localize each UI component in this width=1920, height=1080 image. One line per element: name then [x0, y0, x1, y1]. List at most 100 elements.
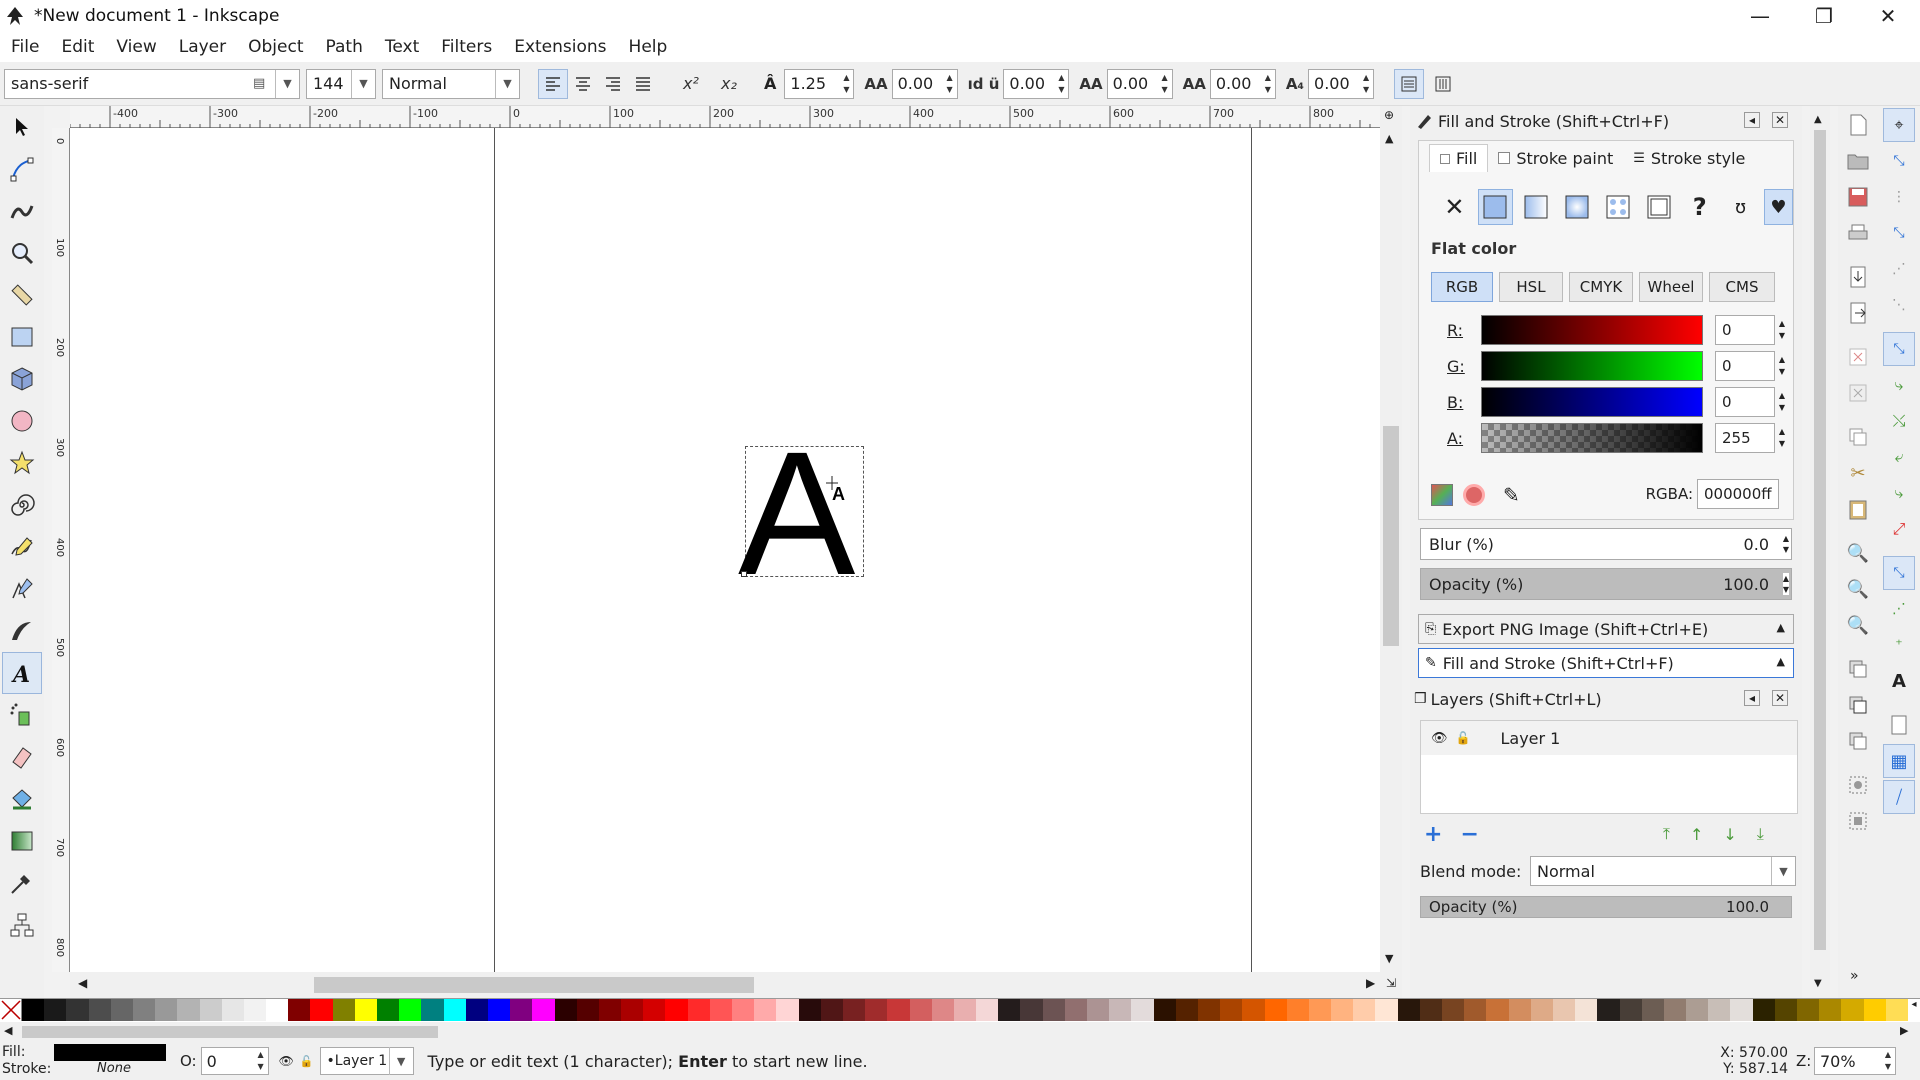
snap-bbox-corner-button[interactable]: ⤡ [1883, 216, 1915, 250]
palette-swatch[interactable] [709, 999, 732, 1021]
palette-swatch[interactable] [976, 999, 999, 1021]
group-button[interactable] [1842, 768, 1874, 802]
palette-swatch[interactable] [1863, 999, 1886, 1021]
superscript-button[interactable]: x² [676, 69, 706, 99]
palette-swatch[interactable] [931, 999, 954, 1021]
current-layer-combo[interactable]: •Layer 1 ▼ [319, 1047, 414, 1075]
kerning-spin[interactable]: 0.00 ▲ ▼ [1106, 68, 1173, 99]
align-center-button[interactable] [568, 69, 598, 99]
blend-mode-combo[interactable]: Normal ▼ [1530, 856, 1796, 886]
channel-g-value[interactable]: 0 [1715, 351, 1775, 381]
horizontal-text-button[interactable] [1394, 68, 1425, 99]
opacity-slider[interactable]: Opacity (%) 100.0 ▲ ▼ [1420, 568, 1792, 600]
lock-icon[interactable]: 🔓 [1456, 731, 1471, 745]
scroll-right-icon[interactable]: ▶ [1900, 1024, 1908, 1037]
panel-scroll-thumb[interactable] [1814, 130, 1826, 950]
palette-swatch[interactable] [1020, 999, 1043, 1021]
channel-b-slider[interactable] [1481, 387, 1703, 417]
ungroup-button[interactable] [1842, 804, 1874, 838]
flat-color-button[interactable] [1477, 189, 1513, 225]
scroll-up-icon[interactable]: ▲ [1385, 132, 1393, 145]
dock-close-icon[interactable]: ✕ [1772, 112, 1788, 128]
palette-swatch[interactable] [221, 999, 244, 1021]
text-object[interactable]: A [738, 426, 855, 602]
no-paint-button[interactable]: ✕ [1437, 189, 1472, 225]
out-of-gamut-icon[interactable] [1463, 484, 1485, 506]
chevron-down-icon[interactable]: ▼ [275, 69, 299, 98]
palette-scrollbar[interactable]: ◀ ▶ [0, 1022, 1920, 1042]
vertical-scroll-thumb[interactable] [1383, 426, 1399, 646]
palette-swatch[interactable] [576, 999, 599, 1021]
fill-swatch[interactable] [54, 1044, 166, 1061]
chevron-up-icon[interactable]: ▲ [1777, 621, 1785, 634]
palette-swatch[interactable] [1841, 999, 1864, 1021]
tool-eraser[interactable] [0, 736, 44, 778]
scroll-right-icon[interactable]: ▶ [1366, 976, 1375, 990]
spin-arrows-icon[interactable]: ▲ ▼ [1782, 573, 1789, 595]
snap-text-baseline-button[interactable]: A [1883, 664, 1915, 698]
snap-nodes-button[interactable]: ⤡ [1883, 332, 1915, 366]
menu-extensions[interactable]: Extensions [503, 37, 617, 57]
palette-swatch[interactable] [1331, 999, 1354, 1021]
palette-swatch[interactable] [510, 999, 533, 1021]
scroll-up-icon[interactable]: ▲ [1814, 114, 1822, 125]
tool-zoom[interactable] [0, 232, 44, 274]
palette-swatch[interactable] [1797, 999, 1820, 1021]
snap-toggle-button[interactable]: ⌖ [1883, 108, 1915, 142]
spin-arrows-icon[interactable]: ▲ ▼ [943, 72, 957, 96]
palette-swatch[interactable] [110, 999, 133, 1021]
add-layer-icon[interactable]: + [1424, 822, 1442, 847]
font-family-combo[interactable]: sans-serif ▤ ▼ [4, 68, 300, 99]
palette-swatch[interactable] [1197, 999, 1221, 1021]
palette-swatch[interactable] [44, 999, 67, 1021]
chevron-down-icon[interactable]: ▼ [351, 69, 375, 98]
snap-bbox-button[interactable]: ⤡ [1883, 144, 1915, 178]
word-spacing-spin[interactable]: 0.00 ▲ ▼ [1003, 68, 1070, 99]
palette-swatch[interactable] [554, 999, 577, 1021]
vertical-scrollbar[interactable]: ⊕ ▲ ▼ [1380, 106, 1402, 972]
palette-swatch[interactable] [1641, 999, 1664, 1021]
eyedropper-icon[interactable]: ✎ [1503, 483, 1520, 507]
snap-page-button[interactable] [1883, 708, 1915, 742]
layer-to-bottom-icon[interactable]: ⤓ [1757, 824, 1764, 844]
chevron-down-icon[interactable]: ▼ [1771, 857, 1795, 885]
palette-swatch[interactable] [243, 999, 267, 1021]
tab-stroke-paint[interactable]: Stroke paint [1488, 145, 1623, 172]
save-button[interactable] [1842, 180, 1874, 214]
palette-swatch[interactable] [266, 999, 289, 1021]
redo-button[interactable] [1842, 376, 1874, 410]
spin-arrows-icon[interactable]: ▲ ▼ [1783, 533, 1789, 555]
zoom-spin[interactable]: 70% ▲ ▼ [1814, 1047, 1896, 1075]
unlink-clone-button[interactable] [1842, 724, 1874, 758]
snap-paths-button[interactable]: ⤷ [1883, 368, 1915, 402]
rgba-input[interactable]: 000000ff [1697, 479, 1779, 509]
tool-measure[interactable] [0, 274, 44, 316]
spin-arrows-icon[interactable]: ▲ ▼ [1775, 426, 1789, 450]
export-button[interactable] [1842, 296, 1874, 330]
palette-swatch[interactable] [132, 999, 156, 1021]
zoom-drawing-button[interactable]: 🔍 [1842, 572, 1874, 606]
palette-swatch[interactable] [1686, 999, 1709, 1021]
palette-swatch[interactable] [1353, 999, 1376, 1021]
palette-swatch[interactable] [88, 999, 111, 1021]
zoom-correction-icon[interactable]: ⊕ [1384, 108, 1394, 122]
snap-bbox-midpoint-button[interactable]: ⋰ [1883, 252, 1915, 286]
snap-grids-button[interactable]: ▦ [1883, 744, 1915, 778]
snap-smooth-button[interactable]: ⤷ [1883, 476, 1915, 510]
fill-stroke-indicator[interactable]: None [54, 1044, 174, 1078]
palette-swatch[interactable] [1464, 999, 1487, 1021]
palette-swatch[interactable] [1175, 999, 1198, 1021]
undo-button[interactable] [1842, 340, 1874, 374]
palette-swatch[interactable] [465, 999, 488, 1021]
palette-swatch[interactable] [332, 999, 355, 1021]
font-size-combo[interactable]: 144 ▼ [306, 68, 376, 99]
scroll-left-icon[interactable]: ◀ [78, 976, 87, 990]
snap-bbox-center-button[interactable]: ⋱ [1883, 288, 1915, 322]
open-button[interactable] [1842, 144, 1874, 178]
import-button[interactable] [1842, 260, 1874, 294]
paste-button[interactable] [1842, 492, 1874, 526]
dock-fill-stroke[interactable]: ✎ Fill and Stroke (Shift+Ctrl+F) ▲ [1418, 648, 1794, 678]
tool-text[interactable]: A [2, 652, 42, 694]
palette-swatch[interactable] [310, 999, 333, 1021]
palette-swatch[interactable] [177, 999, 200, 1021]
